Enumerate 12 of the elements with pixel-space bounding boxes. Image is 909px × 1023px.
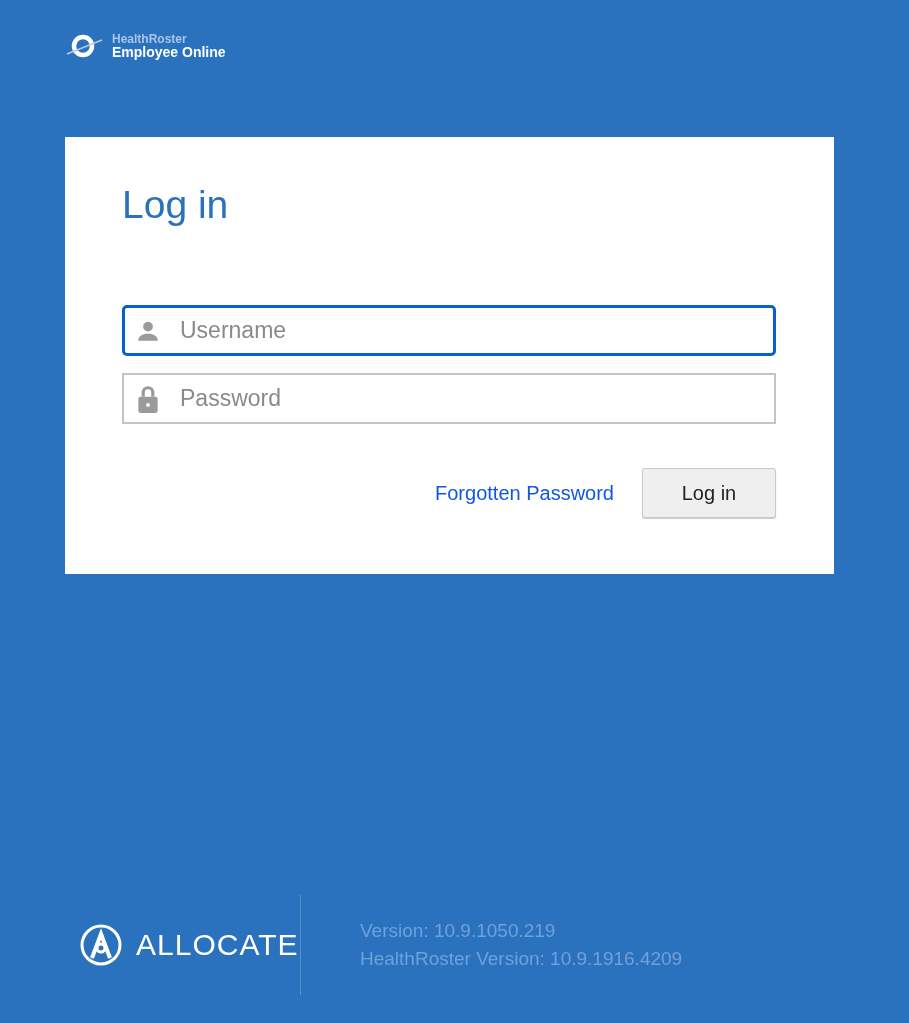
- forgotten-password-link[interactable]: Forgotten Password: [435, 478, 614, 508]
- lock-icon: [135, 383, 161, 414]
- input-field[interactable]: Username: [122, 305, 776, 356]
- login-button[interactable]: Log in: [642, 468, 776, 518]
- login-heading: Log in: [122, 185, 229, 224]
- version-text: Version: 10.9.1050.219: [360, 919, 557, 943]
- allocate-logo-icon: [80, 924, 122, 966]
- brand-name: ALLOCATE: [136, 930, 299, 960]
- input-field[interactable]: Password: [122, 373, 776, 424]
- logo-title: Employee Online: [112, 45, 226, 59]
- logo-subtitle: HealthRoster: [112, 33, 188, 45]
- version-text: HealthRoster Version: 10.9.1916.4209: [360, 947, 683, 971]
